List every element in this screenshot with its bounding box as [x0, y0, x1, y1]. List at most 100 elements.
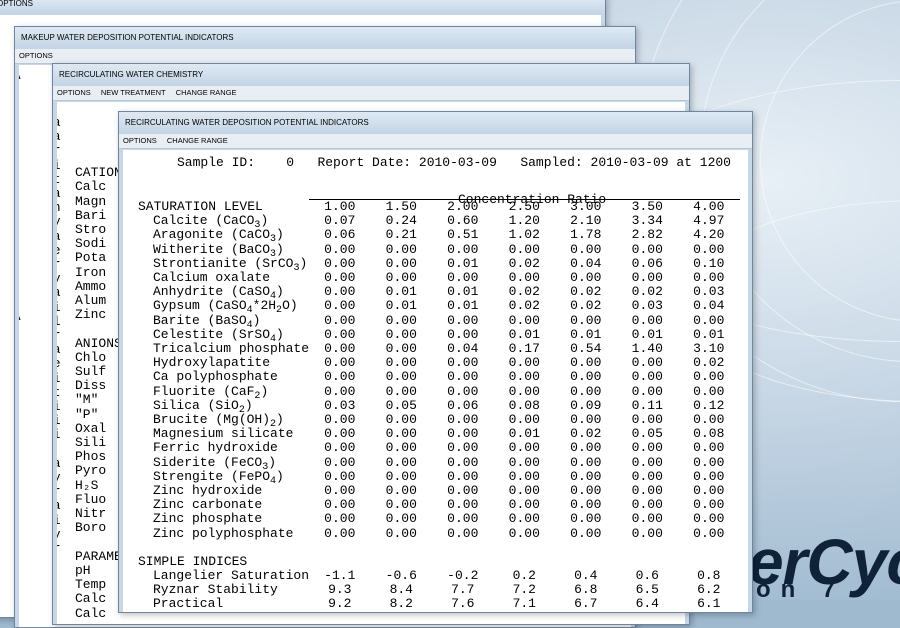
menu-options[interactable]: OPTIONS	[57, 88, 91, 97]
saturation-value: 0.02	[570, 298, 602, 314]
saturation-value: 0.01	[631, 326, 663, 342]
saturation-value: 1.40	[631, 341, 663, 357]
report-date-value: 2010-03-09	[418, 155, 497, 170]
table-row: Ca polyphosphate 0.00 0.00 0.00 0.00 0.00 0.00…	[138, 370, 740, 384]
deposition-indicators-window[interactable]: RECIRCULATING WATER DEPOSITION POTENTIAL…	[118, 111, 753, 613]
saturation-value: 0.08	[508, 397, 540, 413]
saturation-value: 0.00	[385, 255, 417, 271]
mineral-name: Witherite (BaCO3)	[153, 241, 284, 260]
concentration-ratio-value: 1.00	[309, 199, 371, 215]
saturation-value: 0.00	[324, 468, 356, 484]
saturation-value: 0.00	[447, 525, 479, 541]
saturation-value: 0.00	[508, 383, 540, 399]
report-client: Sample ID: 0 Report Date: 2010-03-09 Sam…	[123, 150, 748, 612]
menu-change-range[interactable]: CHANGE RANGE	[176, 88, 237, 97]
mineral-name: Calcite (CaCO3)	[153, 213, 269, 232]
saturation-value: 0.00	[570, 454, 602, 470]
saturation-value: 0.01	[693, 326, 725, 342]
sample-id-label: Sample ID:	[177, 155, 256, 170]
saturation-value: 0.00	[447, 497, 479, 513]
report-date-label: Report Date:	[317, 155, 412, 170]
saturation-value: 0.06	[324, 227, 356, 243]
saturation-value: 0.00	[508, 468, 540, 484]
saturation-value: 0.00	[324, 270, 356, 286]
table-row: Silica (SiO2) 0.03 0.05 0.06 0.08 0.09 0.11 0.1…	[138, 397, 740, 415]
mineral-name: Zinc polyphosphate	[153, 525, 294, 541]
saturation-value: 0.06	[447, 397, 479, 413]
saturation-value: 0.00	[631, 270, 663, 286]
saturation-value: 0.00	[324, 326, 356, 342]
saturation-value: 0.00	[324, 284, 356, 300]
saturation-value: 0.00	[631, 383, 663, 399]
menubar: OPTIONS CHANGE RANGE	[119, 134, 752, 149]
table-row: Strengite (FePO4) 0.00 0.00 0.00 0.00 0.00 0.0…	[138, 468, 740, 486]
table-row: Calcite (CaCO3) 0.07 0.24 0.60 1.20 2.10 3.34 4…	[138, 213, 740, 232]
menu-change-range[interactable]: CHANGE RANGE	[167, 136, 228, 145]
menu-options[interactable]: OPTIONS	[123, 136, 157, 145]
saturation-value: 0.00	[447, 412, 479, 428]
saturation-value: 0.00	[385, 525, 417, 541]
table-row: Langelier Saturation -1.1 -0.6 -0.2 0.2 0.4 0.…	[138, 568, 740, 584]
saturation-value: 0.00	[693, 497, 725, 513]
simple-indices-heading: SIMPLE INDICES	[138, 553, 248, 569]
empty-cell	[371, 541, 433, 569]
concentration-ratio-value: 2.00	[432, 199, 494, 215]
mineral-name: Ca polyphosphate	[153, 369, 278, 385]
saturation-value: 0.02	[631, 284, 663, 300]
saturation-value: 0.03	[324, 397, 356, 413]
concentration-ratio-value: 4.00	[678, 199, 740, 215]
table-row: Ryznar Stability 9.3 8.4 7.7 7.2 6.8 6.5 6.2	[138, 583, 740, 597]
saturation-value: 0.00	[324, 497, 356, 513]
saturation-value: 0.00	[385, 312, 417, 328]
table-row: Zinc hydroxide 0.00 0.00 0.00 0.00 0.00 0.00 0.…	[138, 483, 740, 499]
saturation-value: 0.00	[324, 341, 356, 357]
saturation-value: 0.11	[631, 397, 663, 413]
saturation-value: 1.78	[570, 227, 602, 243]
saturation-value: 0.00	[631, 511, 663, 527]
table-row: Calcium oxalate 0.00 0.00 0.00 0.00 0.00 0.00 0…	[138, 270, 740, 286]
saturation-level-heading: SATURATION LEVEL	[138, 198, 263, 214]
index-value: 9.3	[328, 582, 352, 598]
saturation-value: 0.00	[631, 483, 663, 499]
saturation-value: 0.02	[508, 284, 540, 300]
saturation-value: 0.00	[693, 511, 725, 527]
saturation-value: 0.06	[631, 255, 663, 271]
report-table: SATURATION LEVEL 1.00 1.50 2.00 2.50 3.00 3.50…	[138, 199, 740, 612]
saturation-value: 0.00	[324, 454, 356, 470]
table-row: Celestite (SrSO4) 0.00 0.00 0.00 0.01 0.01 0.0…	[138, 326, 740, 344]
saturation-value: 0.00	[385, 270, 417, 286]
menu-options[interactable]: OPTIONS	[19, 51, 53, 60]
saturation-value: 0.03	[693, 284, 725, 300]
table-row: Zinc carbonate 0.00 0.00 0.00 0.00 0.00 0.00 0.…	[138, 498, 740, 512]
saturation-value: 0.09	[570, 397, 602, 413]
saturation-value: 0.00	[693, 369, 725, 385]
saturation-value: 0.10	[693, 255, 725, 271]
index-value: 0.8	[697, 568, 721, 584]
saturation-value: 0.00	[631, 355, 663, 371]
saturation-value: 0.00	[508, 241, 540, 257]
saturation-value: 0.00	[570, 241, 602, 257]
index-value: 7.2	[512, 582, 536, 598]
saturation-value: 0.00	[385, 412, 417, 428]
saturation-value: 0.00	[447, 426, 479, 442]
concentration-ratio-value: 3.00	[555, 199, 617, 215]
saturation-value: 4.20	[693, 227, 725, 243]
saturation-value: 0.00	[324, 255, 356, 271]
saturation-value: 0.00	[324, 511, 356, 527]
menu-new-treatment[interactable]: NEW TREATMENT	[101, 88, 166, 97]
mineral-name: Aragonite (CaCO3)	[153, 227, 284, 246]
saturation-value: 0.00	[324, 369, 356, 385]
saturation-value: 0.54	[570, 341, 602, 357]
saturation-value: 0.00	[324, 298, 356, 314]
saturation-value: 0.02	[570, 284, 602, 300]
table-row: Brucite (Mg(OH)2) 0.00 0.00 0.00 0.00 0.00 0.0…	[138, 412, 740, 429]
empty-cell	[432, 541, 494, 569]
table-row: Barite (BaSO4) 0.00 0.00 0.00 0.00 0.00 0.00 0.…	[138, 312, 740, 330]
saturation-value: 0.02	[508, 298, 540, 314]
saturation-value: 0.00	[385, 355, 417, 371]
saturation-value: 0.01	[385, 298, 417, 314]
window-title: OPTIONS	[0, 0, 605, 15]
saturation-value: 0.01	[508, 326, 540, 342]
saturation-value: 0.00	[570, 497, 602, 513]
table-row: Fluorite (CaF2) 0.00 0.00 0.00 0.00 0.00 0.00 0…	[138, 383, 740, 401]
